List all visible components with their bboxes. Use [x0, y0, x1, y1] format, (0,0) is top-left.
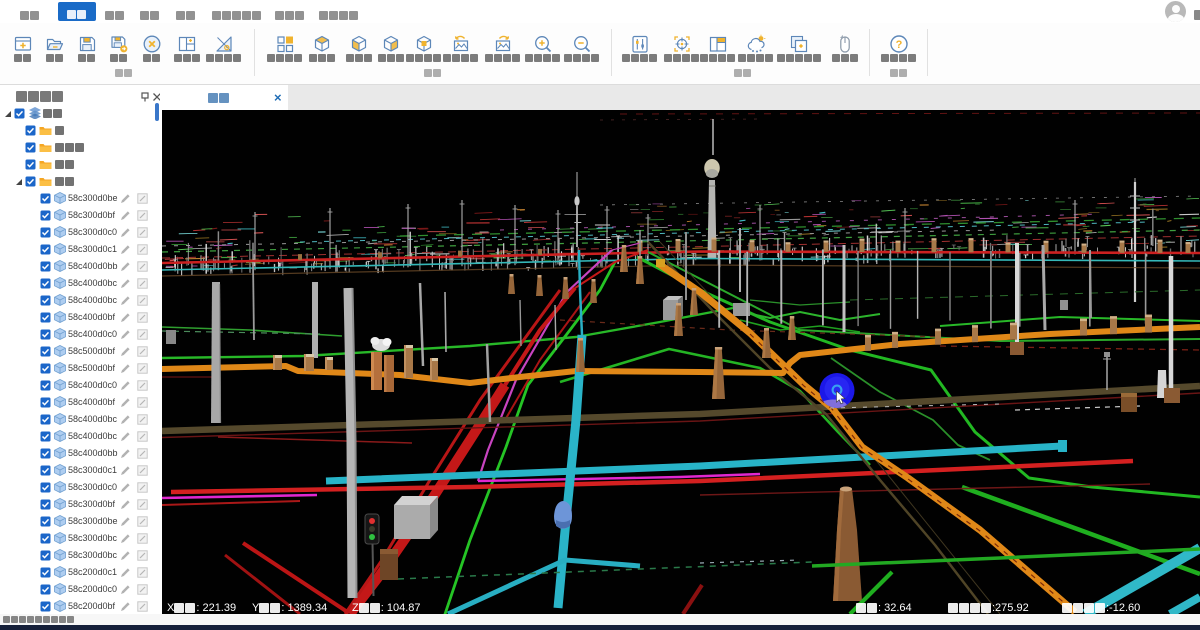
svg-text:?: ? [896, 39, 903, 51]
